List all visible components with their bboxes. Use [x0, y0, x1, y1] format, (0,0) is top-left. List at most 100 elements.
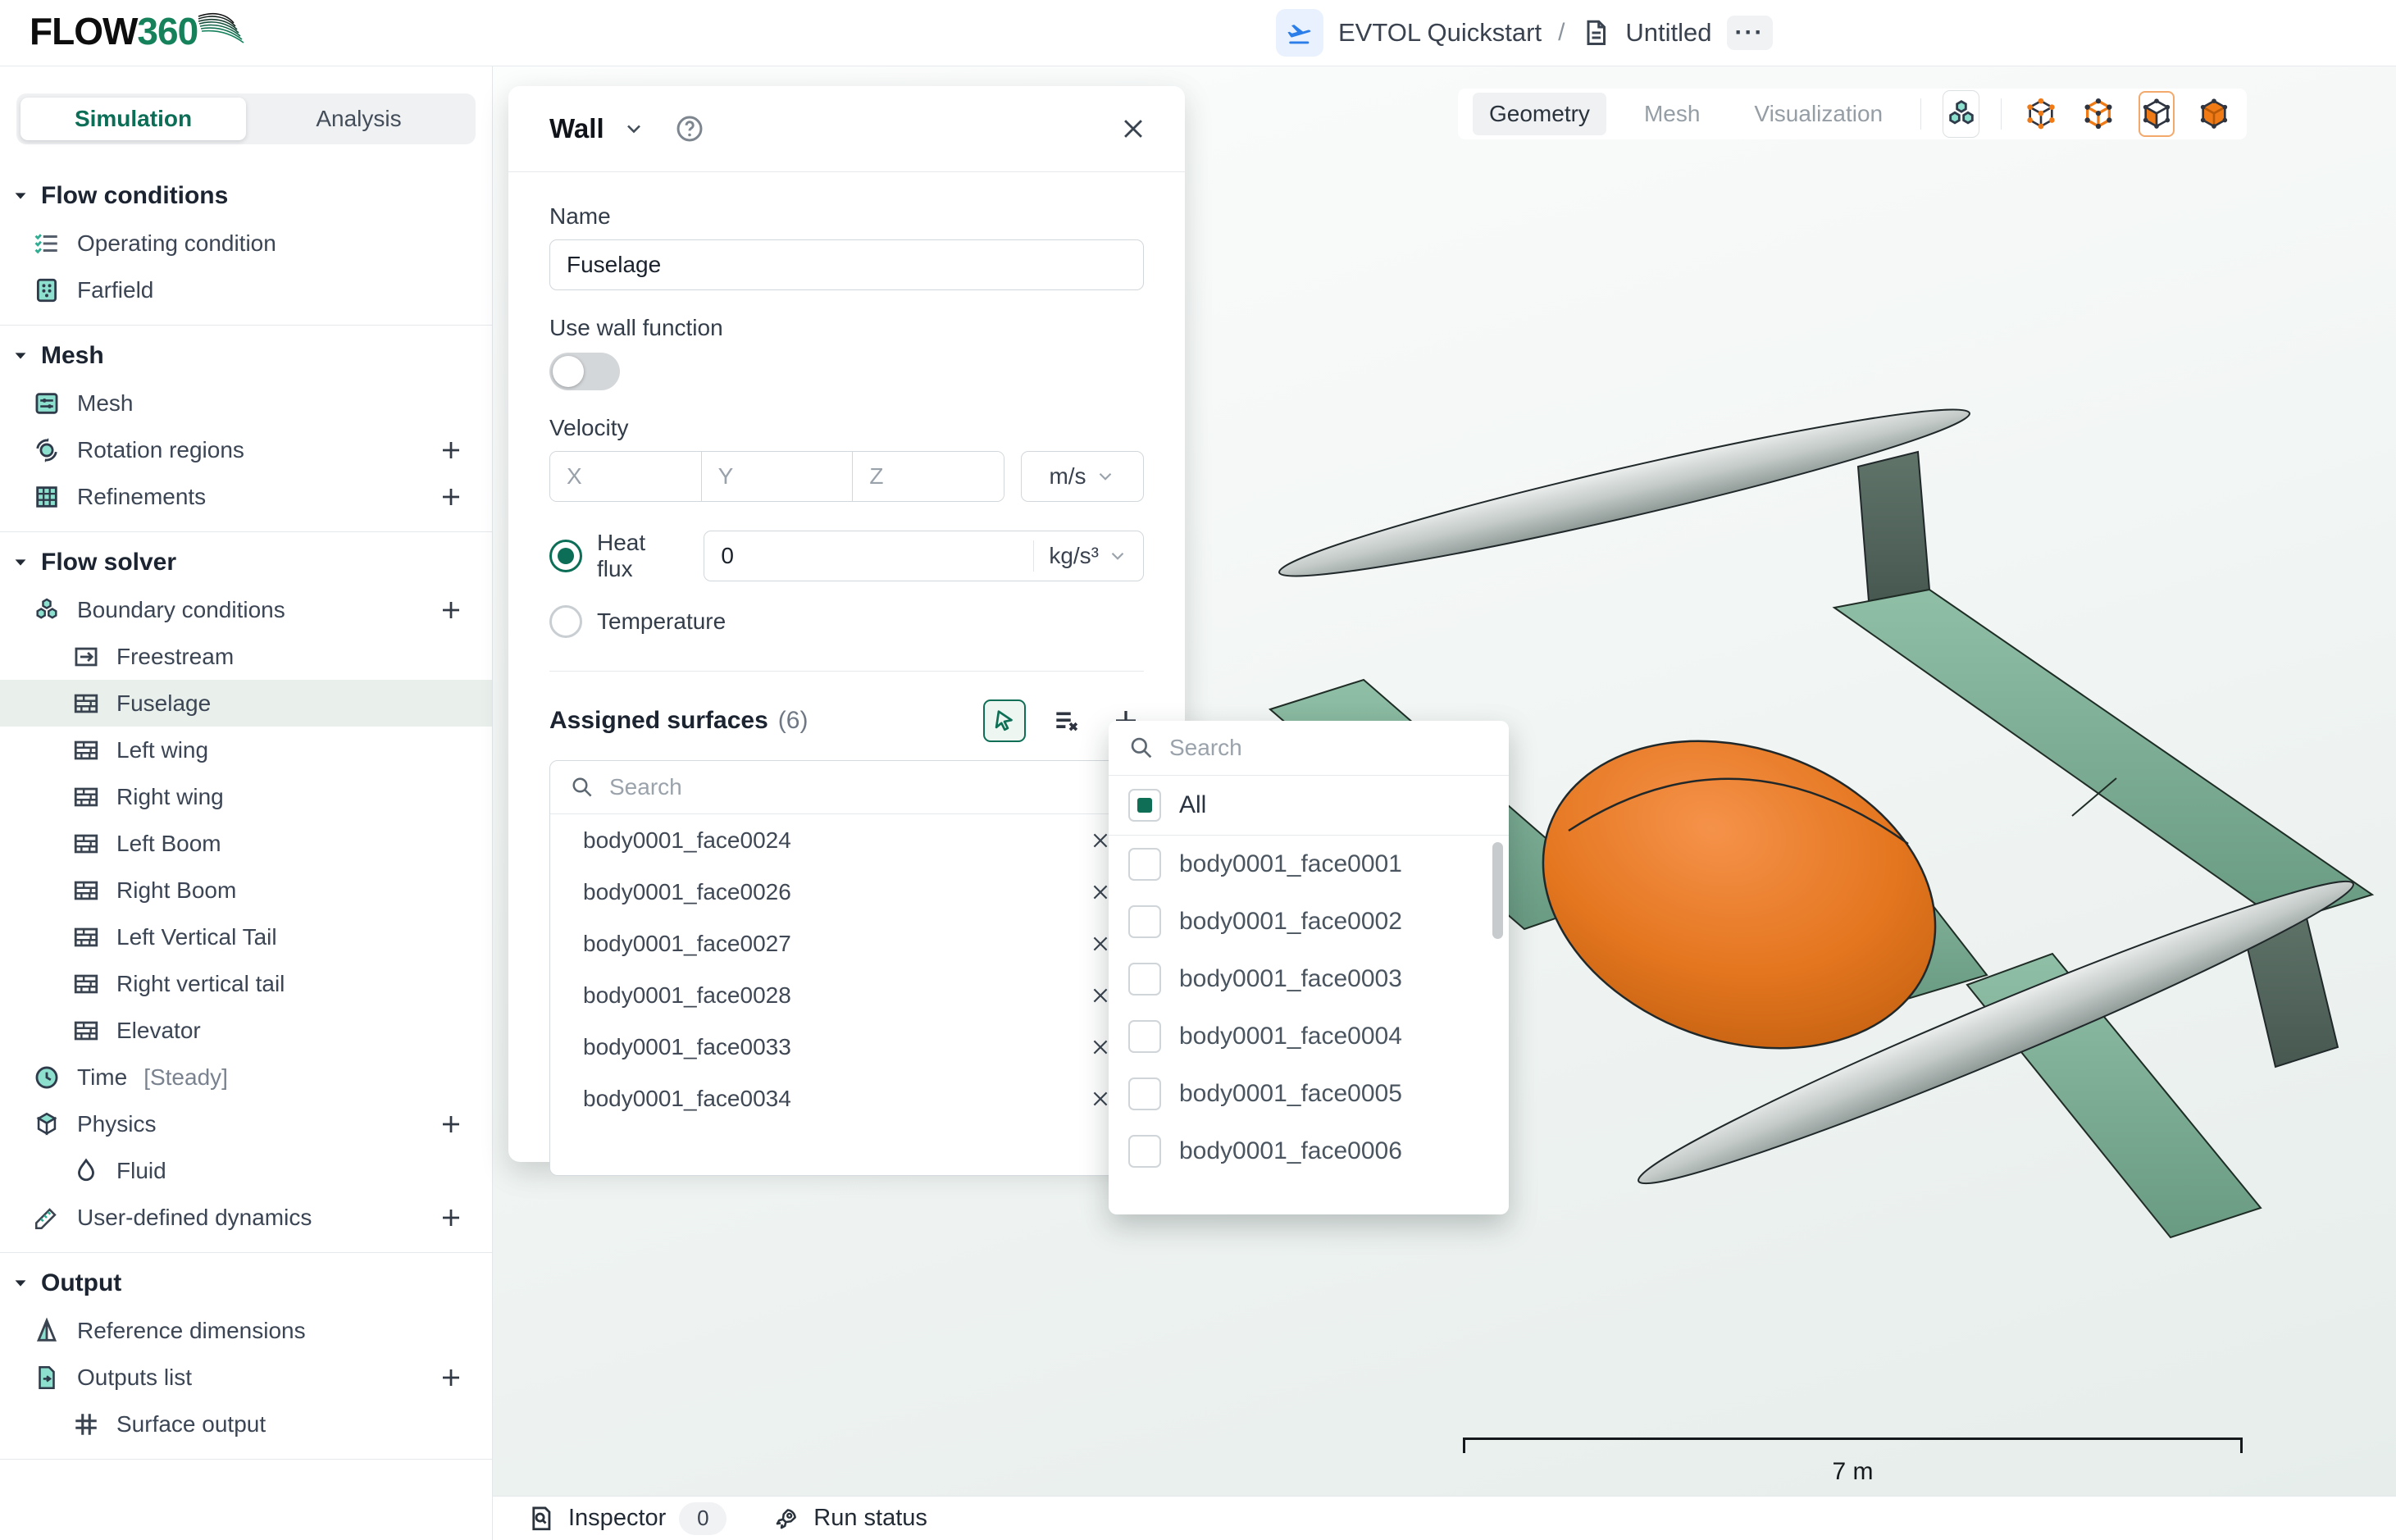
- assigned-surfaces-listbox: body0001_face0024 body0001_face0026 body…: [549, 760, 1144, 1176]
- sidebar-item-right-vertical-tail[interactable]: Right vertical tail: [0, 960, 492, 1007]
- sidebar-item-operating-condition[interactable]: Operating condition: [0, 220, 492, 267]
- assigned-surface-row[interactable]: body0001_face0024: [550, 814, 1143, 866]
- name-input[interactable]: [549, 239, 1144, 290]
- heat-flux-input[interactable]: [704, 543, 1033, 569]
- section-mesh: Mesh Mesh Rotation regions Refinements: [0, 326, 492, 532]
- tab-visualization[interactable]: Visualization: [1738, 93, 1899, 135]
- sliders-icon: [33, 390, 61, 417]
- wall-function-toggle[interactable]: [549, 353, 620, 390]
- sidebar-item-reference-dimensions[interactable]: Reference dimensions: [0, 1307, 492, 1354]
- heat-flux-unit-select[interactable]: kg/s³: [1033, 540, 1143, 572]
- clear-surfaces-button[interactable]: [1049, 703, 1085, 739]
- velocity-unit-select[interactable]: m/s: [1021, 451, 1144, 502]
- chevron-down-icon: [1095, 466, 1116, 487]
- display-mode-wireframe-button[interactable]: [2023, 91, 2059, 137]
- panel-title: Wall: [549, 113, 604, 144]
- run-status-button[interactable]: Run status: [772, 1505, 927, 1533]
- sidebar-item-farfield[interactable]: Farfield: [0, 267, 492, 313]
- sidebar-item-freestream[interactable]: Freestream: [0, 633, 492, 680]
- breadcrumb-document[interactable]: Untitled: [1625, 18, 1711, 48]
- breadcrumb-project[interactable]: EVTOL Quickstart: [1338, 18, 1542, 48]
- section-header-flow-solver[interactable]: Flow solver: [0, 539, 492, 586]
- sidebar-item-right-wing[interactable]: Right wing: [0, 773, 492, 820]
- option-checkbox[interactable]: [1128, 963, 1161, 996]
- section-header-flow-conditions[interactable]: Flow conditions: [0, 172, 492, 220]
- select-all-checkbox[interactable]: [1128, 789, 1161, 822]
- more-menu-button[interactable]: ···: [1727, 16, 1773, 50]
- project-plane-icon[interactable]: [1276, 9, 1323, 57]
- inspector-button[interactable]: Inspector 0: [527, 1502, 727, 1535]
- pick-surfaces-button[interactable]: [983, 699, 1026, 742]
- sidebar-item-fuselage[interactable]: Fuselage: [0, 680, 492, 727]
- help-icon[interactable]: [675, 114, 704, 144]
- popup-scrollbar-thumb[interactable]: [1492, 842, 1503, 939]
- assigned-surfaces-search: [550, 761, 1143, 814]
- assigned-surface-row[interactable]: body0001_face0027: [550, 918, 1143, 969]
- add-refinement-button[interactable]: [435, 481, 467, 513]
- sidebar-item-physics[interactable]: Physics: [0, 1100, 492, 1147]
- display-mode-solid-button[interactable]: [2196, 91, 2232, 137]
- plus-icon: [437, 1205, 465, 1230]
- assigned-surface-row[interactable]: body0001_face0034: [550, 1073, 1143, 1124]
- add-rotation-region-button[interactable]: [435, 434, 467, 467]
- sidebar-item-left-wing[interactable]: Left wing: [0, 727, 492, 773]
- doc-out-icon: [33, 1364, 61, 1392]
- sidebar-item-surface-output[interactable]: Surface output: [0, 1401, 492, 1447]
- display-mode-edges-button[interactable]: [2080, 91, 2116, 137]
- option-checkbox[interactable]: [1128, 905, 1161, 938]
- option-checkbox[interactable]: [1128, 1020, 1161, 1053]
- sidebar-item-left-vertical-tail[interactable]: Left Vertical Tail: [0, 914, 492, 960]
- breadcrumb-separator: /: [1558, 19, 1565, 47]
- popup-option[interactable]: body0001_face0002: [1109, 893, 1509, 950]
- section-header-output[interactable]: Output: [0, 1260, 492, 1307]
- display-mode-shaded-edges-button[interactable]: [2139, 91, 2175, 137]
- tab-mesh[interactable]: Mesh: [1628, 93, 1716, 135]
- assigned-surfaces-search-input[interactable]: [608, 773, 1123, 801]
- flow360-logo[interactable]: FLOW 360: [30, 10, 245, 52]
- velocity-x-input[interactable]: [550, 452, 701, 501]
- tab-geometry[interactable]: Geometry: [1473, 93, 1606, 135]
- panel-type-chevron-icon[interactable]: [622, 117, 645, 140]
- add-boundary-condition-button[interactable]: [435, 594, 467, 626]
- sidebar-item-fluid[interactable]: Fluid: [0, 1147, 492, 1194]
- sidebar-item-time[interactable]: Time [Steady]: [0, 1054, 492, 1100]
- sidebar-item-outputs-list[interactable]: Outputs list: [0, 1354, 492, 1401]
- popup-search-input[interactable]: [1168, 734, 1489, 762]
- sidebar-item-boundary-conditions[interactable]: Boundary conditions: [0, 586, 492, 633]
- add-user-defined-dynamics-button[interactable]: [435, 1201, 467, 1234]
- logo-text-flow: FLOW: [30, 10, 137, 52]
- temperature-radio[interactable]: [549, 605, 582, 638]
- sidebar-item-right-boom[interactable]: Right Boom: [0, 867, 492, 914]
- sidebar-item-left-boom[interactable]: Left Boom: [0, 820, 492, 867]
- heat-flux-radio[interactable]: [549, 540, 582, 572]
- assigned-surface-row[interactable]: body0001_face0026: [550, 866, 1143, 918]
- popup-search: [1109, 721, 1509, 776]
- sidebar-item-mesh[interactable]: Mesh: [0, 380, 492, 426]
- add-physics-button[interactable]: [435, 1108, 467, 1141]
- popup-option[interactable]: body0001_face0005: [1109, 1065, 1509, 1123]
- boundary-display-button[interactable]: [1943, 90, 1979, 138]
- popup-option[interactable]: body0001_face0006: [1109, 1123, 1509, 1180]
- top-bar: FLOW 360 EVTOL Quickstart / Untitled ···: [0, 0, 2396, 66]
- velocity-y-input[interactable]: [701, 452, 853, 501]
- tab-simulation[interactable]: Simulation: [20, 98, 246, 140]
- sidebar-item-rotation-regions[interactable]: Rotation regions: [0, 426, 492, 473]
- popup-select-all-row[interactable]: All: [1109, 776, 1509, 836]
- sidebar-item-user-defined-dynamics[interactable]: User-defined dynamics: [0, 1194, 492, 1241]
- assigned-surface-row[interactable]: body0001_face0028: [550, 969, 1143, 1021]
- velocity-z-input[interactable]: [852, 452, 1004, 501]
- close-icon[interactable]: [1119, 115, 1147, 143]
- section-header-mesh[interactable]: Mesh: [0, 332, 492, 380]
- sidebar-item-refinements[interactable]: Refinements: [0, 473, 492, 520]
- option-checkbox[interactable]: [1128, 1135, 1161, 1168]
- option-checkbox[interactable]: [1128, 848, 1161, 881]
- add-output-button[interactable]: [435, 1361, 467, 1394]
- tab-analysis[interactable]: Analysis: [246, 98, 471, 140]
- wall-icon: [72, 830, 100, 858]
- assigned-surface-row[interactable]: body0001_face0033: [550, 1021, 1143, 1073]
- option-checkbox[interactable]: [1128, 1078, 1161, 1110]
- popup-option[interactable]: body0001_face0001: [1109, 836, 1509, 893]
- popup-option[interactable]: body0001_face0004: [1109, 1008, 1509, 1065]
- popup-option[interactable]: body0001_face0003: [1109, 950, 1509, 1008]
- sidebar-item-elevator[interactable]: Elevator: [0, 1007, 492, 1054]
